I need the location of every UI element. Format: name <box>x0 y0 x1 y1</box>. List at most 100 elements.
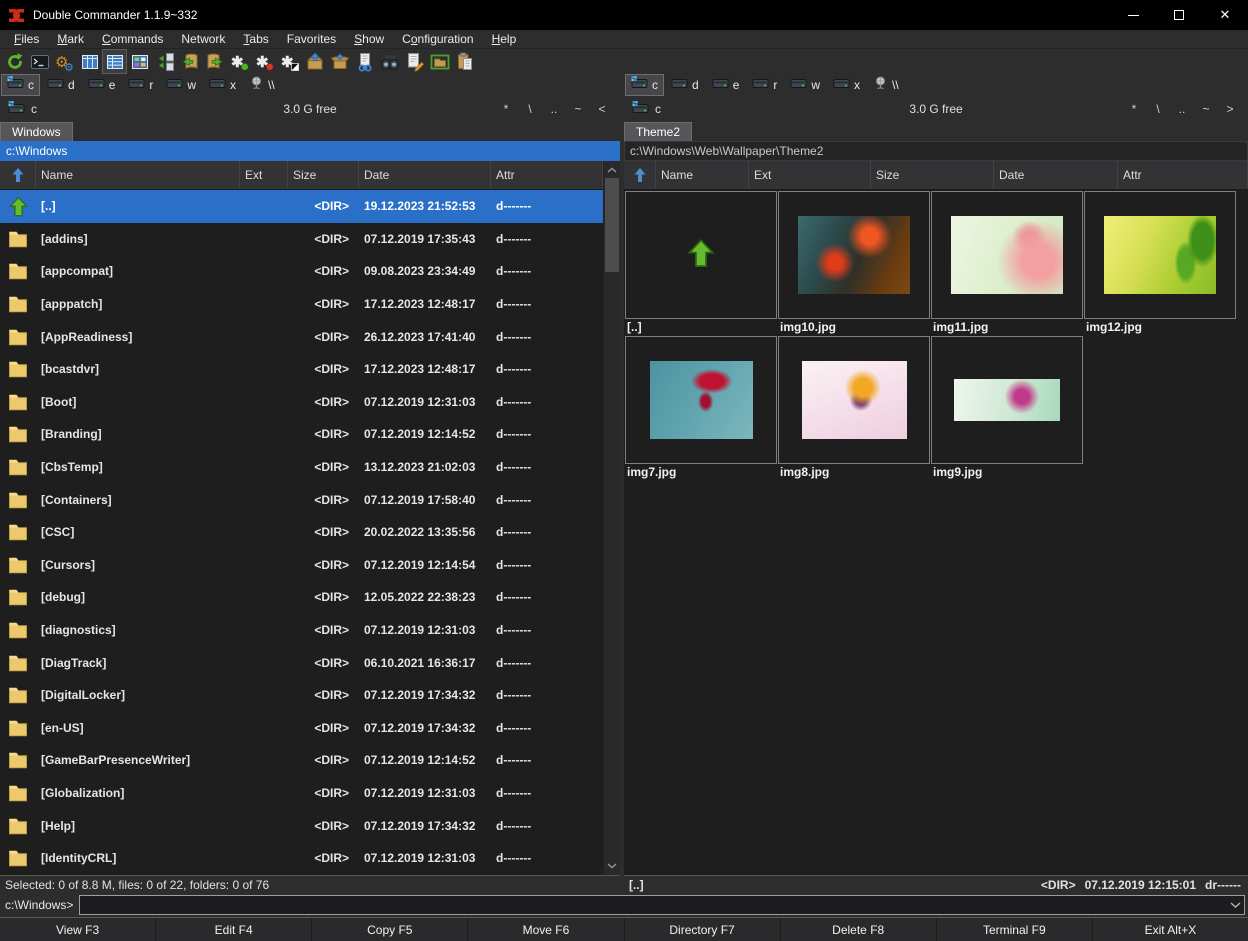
edit-file-icon[interactable] <box>403 50 426 73</box>
image-thumbnail[interactable] <box>931 191 1083 319</box>
unselect-mask-icon[interactable]: ✱ <box>253 50 276 73</box>
invert-selection-icon[interactable]: ✱ <box>278 50 301 73</box>
drive-button-d[interactable]: d <box>42 75 80 95</box>
column-header-size[interactable]: Size <box>871 161 994 189</box>
thumbnail-item[interactable]: img9.jpg <box>931 336 1083 480</box>
file-row[interactable]: [debug]<DIR>12.05.2022 22:38:23d------- <box>0 581 603 614</box>
thumbnail-item[interactable]: img10.jpg <box>778 191 930 335</box>
drive-button-r[interactable]: r <box>123 75 158 95</box>
file-row[interactable]: [Containers]<DIR>07.12.2019 17:58:40d---… <box>0 483 603 516</box>
fkey-copy-f5[interactable]: Copy F5 <box>312 918 468 941</box>
column-header-attr[interactable]: Attr <box>1118 161 1248 189</box>
menu-help[interactable]: Help <box>483 32 526 46</box>
drive-button-network[interactable]: \\ <box>868 75 904 95</box>
scrollbar-thumb[interactable] <box>605 178 619 272</box>
minimize-button[interactable] <box>1110 0 1156 30</box>
drive-button-c[interactable]: c <box>626 75 663 95</box>
drive-button-x[interactable]: x <box>204 75 241 95</box>
file-row[interactable]: [AppReadiness]<DIR>26.12.2023 17:41:40d-… <box>0 320 603 353</box>
file-row[interactable]: [Help]<DIR>07.12.2019 17:34:32d------- <box>0 809 603 842</box>
file-row[interactable]: [Cursors]<DIR>07.12.2019 12:14:54d------… <box>0 549 603 582</box>
menu-network[interactable]: Network <box>172 32 234 46</box>
extract-icon[interactable] <box>328 50 351 73</box>
link-icon[interactable] <box>353 50 376 73</box>
thumbnail-item[interactable]: img8.jpg <box>778 336 930 480</box>
search-icon[interactable] <box>378 50 401 73</box>
file-row[interactable]: [DiagTrack]<DIR>06.10.2021 16:36:17d----… <box>0 646 603 679</box>
drive-button-network[interactable]: \\ <box>244 75 280 95</box>
file-row[interactable]: [en-US]<DIR>07.12.2019 17:34:32d------- <box>0 712 603 745</box>
scroll-up-icon[interactable] <box>604 162 620 178</box>
panel-button-[interactable]: ~ <box>1196 102 1216 116</box>
image-thumbnail[interactable] <box>625 336 777 464</box>
left-path-bar[interactable]: c:\Windows <box>0 141 620 161</box>
select-mask-icon[interactable]: ✱ <box>228 50 251 73</box>
tab-theme2[interactable]: Theme2 <box>624 122 692 141</box>
file-row[interactable]: [bcastdvr]<DIR>17.12.2023 12:48:17d-----… <box>0 353 603 386</box>
menu-show[interactable]: Show <box>345 32 393 46</box>
dir-history-forward-icon[interactable] <box>203 50 226 73</box>
panel-button-[interactable]: .. <box>544 102 564 116</box>
swap-panels-icon[interactable] <box>153 50 176 73</box>
updir-thumbnail[interactable] <box>625 191 777 319</box>
file-row[interactable]: [CbsTemp]<DIR>13.12.2023 21:02:03d------… <box>0 451 603 484</box>
menu-configuration[interactable]: Configuration <box>393 32 482 46</box>
file-row[interactable]: [apppatch]<DIR>17.12.2023 12:48:17d-----… <box>0 288 603 321</box>
right-path-bar[interactable]: c:\Windows\Web\Wallpaper\Theme2 <box>624 141 1248 161</box>
sort-ascending-icon[interactable] <box>624 161 656 189</box>
panel-button-[interactable]: \ <box>520 102 540 116</box>
panel-button-[interactable]: * <box>496 102 516 116</box>
column-header-date[interactable]: Date <box>359 161 491 189</box>
file-row[interactable]: [..]<DIR>19.12.2023 21:52:53d------- <box>0 190 603 223</box>
file-row[interactable]: [appcompat]<DIR>09.08.2023 23:34:49d----… <box>0 255 603 288</box>
drive-button-d[interactable]: d <box>666 75 704 95</box>
image-thumbnail[interactable] <box>778 191 930 319</box>
sort-ascending-icon[interactable] <box>0 161 36 189</box>
panel-button-[interactable]: * <box>1124 102 1144 116</box>
fkey-exit-alt-x[interactable]: Exit Alt+X <box>1093 918 1248 941</box>
column-header-date[interactable]: Date <box>994 161 1118 189</box>
drive-button-e[interactable]: e <box>707 75 745 95</box>
drive-button-w[interactable]: w <box>785 75 825 95</box>
file-row[interactable]: [Globalization]<DIR>07.12.2019 12:31:03d… <box>0 777 603 810</box>
menu-commands[interactable]: Commands <box>93 32 172 46</box>
close-button[interactable]: ✕ <box>1202 0 1248 30</box>
panel-button-[interactable]: < <box>592 102 612 116</box>
image-thumbnail[interactable] <box>931 336 1083 464</box>
scroll-down-icon[interactable] <box>604 858 620 874</box>
column-header-ext[interactable]: Ext <box>240 161 288 189</box>
file-row[interactable]: [GameBarPresenceWriter]<DIR>07.12.2019 1… <box>0 744 603 777</box>
copy-names-icon[interactable] <box>453 50 476 73</box>
left-scrollbar[interactable] <box>603 161 620 875</box>
panel-button-[interactable]: .. <box>1172 102 1192 116</box>
thumbnail-item[interactable]: img7.jpg <box>625 336 777 480</box>
command-history-dropdown-icon[interactable] <box>1226 902 1244 909</box>
terminal-icon[interactable] <box>28 50 51 73</box>
drive-button-x[interactable]: x <box>828 75 865 95</box>
brief-view-icon[interactable] <box>78 50 101 73</box>
refresh-icon[interactable] <box>3 50 26 73</box>
column-header-size[interactable]: Size <box>288 161 359 189</box>
file-row[interactable]: [Branding]<DIR>07.12.2019 12:14:52d-----… <box>0 418 603 451</box>
panel-button-[interactable]: \ <box>1148 102 1168 116</box>
fkey-terminal-f9[interactable]: Terminal F9 <box>937 918 1093 941</box>
file-row[interactable]: [Boot]<DIR>07.12.2019 12:31:03d------- <box>0 386 603 419</box>
options-icon[interactable]: ⚙⚙ <box>53 50 76 73</box>
fkey-directory-f7[interactable]: Directory F7 <box>625 918 781 941</box>
menu-tabs[interactable]: Tabs <box>234 32 277 46</box>
panel-button-[interactable]: ~ <box>568 102 588 116</box>
drive-button-r[interactable]: r <box>747 75 782 95</box>
file-row[interactable]: [diagnostics]<DIR>07.12.2019 12:31:03d--… <box>0 614 603 647</box>
fkey-delete-f8[interactable]: Delete F8 <box>781 918 937 941</box>
menu-mark[interactable]: Mark <box>48 32 93 46</box>
menu-favorites[interactable]: Favorites <box>278 32 345 46</box>
command-line-input[interactable] <box>80 898 1226 912</box>
full-view-icon[interactable] <box>103 50 126 73</box>
file-row[interactable]: [CSC]<DIR>20.02.2022 13:35:56d------- <box>0 516 603 549</box>
column-header-name[interactable]: Name <box>36 161 240 189</box>
menu-files[interactable]: Files <box>5 32 48 46</box>
thumbnail-item[interactable]: img12.jpg <box>1084 191 1236 335</box>
fkey-move-f6[interactable]: Move F6 <box>468 918 624 941</box>
dir-history-back-icon[interactable] <box>178 50 201 73</box>
fkey-edit-f4[interactable]: Edit F4 <box>156 918 312 941</box>
